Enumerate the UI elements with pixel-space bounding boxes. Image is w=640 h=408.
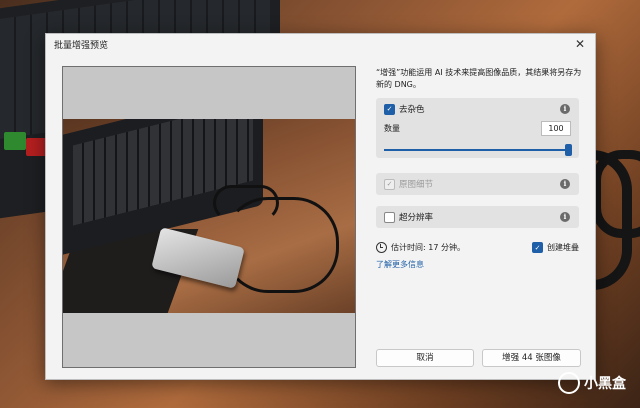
feature-description: “增强”功能运用 AI 技术来提高图像品质，其结果将另存为新的 DNG。	[376, 68, 582, 89]
preview-frame	[62, 66, 356, 368]
estimate-row: 估计时间: 17 分钟。 ✓ 创建堆叠	[376, 241, 579, 253]
slider-thumb[interactable]	[565, 144, 572, 156]
close-icon[interactable]: ✕	[573, 37, 587, 51]
denoise-label: 去杂色	[399, 105, 425, 115]
watermark: 小黑盒	[558, 372, 626, 394]
raw-details-panel: ✓ 原图细节 i	[376, 173, 579, 195]
super-resolution-checkbox[interactable]	[384, 211, 395, 223]
background-cable	[592, 150, 640, 238]
info-icon[interactable]: i	[560, 104, 570, 114]
info-icon[interactable]: i	[560, 212, 570, 222]
title-bar: 批量增强预览 ✕	[46, 34, 595, 54]
create-stack-label: 创建堆叠	[547, 243, 579, 252]
raw-details-checkbox: ✓	[384, 178, 395, 190]
watermark-logo-icon	[558, 372, 580, 394]
learn-more-link[interactable]: 了解更多信息	[376, 259, 424, 270]
background-sticker	[4, 132, 26, 150]
amount-slider[interactable]	[384, 144, 572, 156]
amount-input[interactable]: 100	[541, 121, 571, 136]
denoise-checkbox[interactable]: ✓	[384, 103, 395, 115]
clock-icon	[376, 241, 387, 253]
estimate-text: 估计时间: 17 分钟。	[391, 242, 465, 252]
cancel-button[interactable]: 取消	[376, 349, 474, 367]
watermark-text: 小黑盒	[584, 376, 626, 392]
amount-label: 数量	[384, 123, 400, 133]
enhance-button[interactable]: 增强 44 张图像	[482, 349, 581, 367]
batch-enhance-dialog: 批量增强预览 ✕ “增强”功能运用 AI 技术来提高图像品质，其结果将另存为新的…	[45, 33, 596, 380]
super-resolution-panel: 超分辨率 i	[376, 206, 579, 228]
denoise-panel: ✓ 去杂色 i 数量 100	[376, 98, 579, 158]
super-resolution-label: 超分辨率	[399, 213, 434, 223]
dialog-title: 批量增强预览	[54, 40, 109, 51]
raw-details-label: 原图细节	[399, 180, 434, 190]
create-stack-checkbox[interactable]: ✓	[532, 242, 543, 253]
info-icon[interactable]: i	[560, 179, 570, 189]
preview-image	[63, 119, 355, 313]
